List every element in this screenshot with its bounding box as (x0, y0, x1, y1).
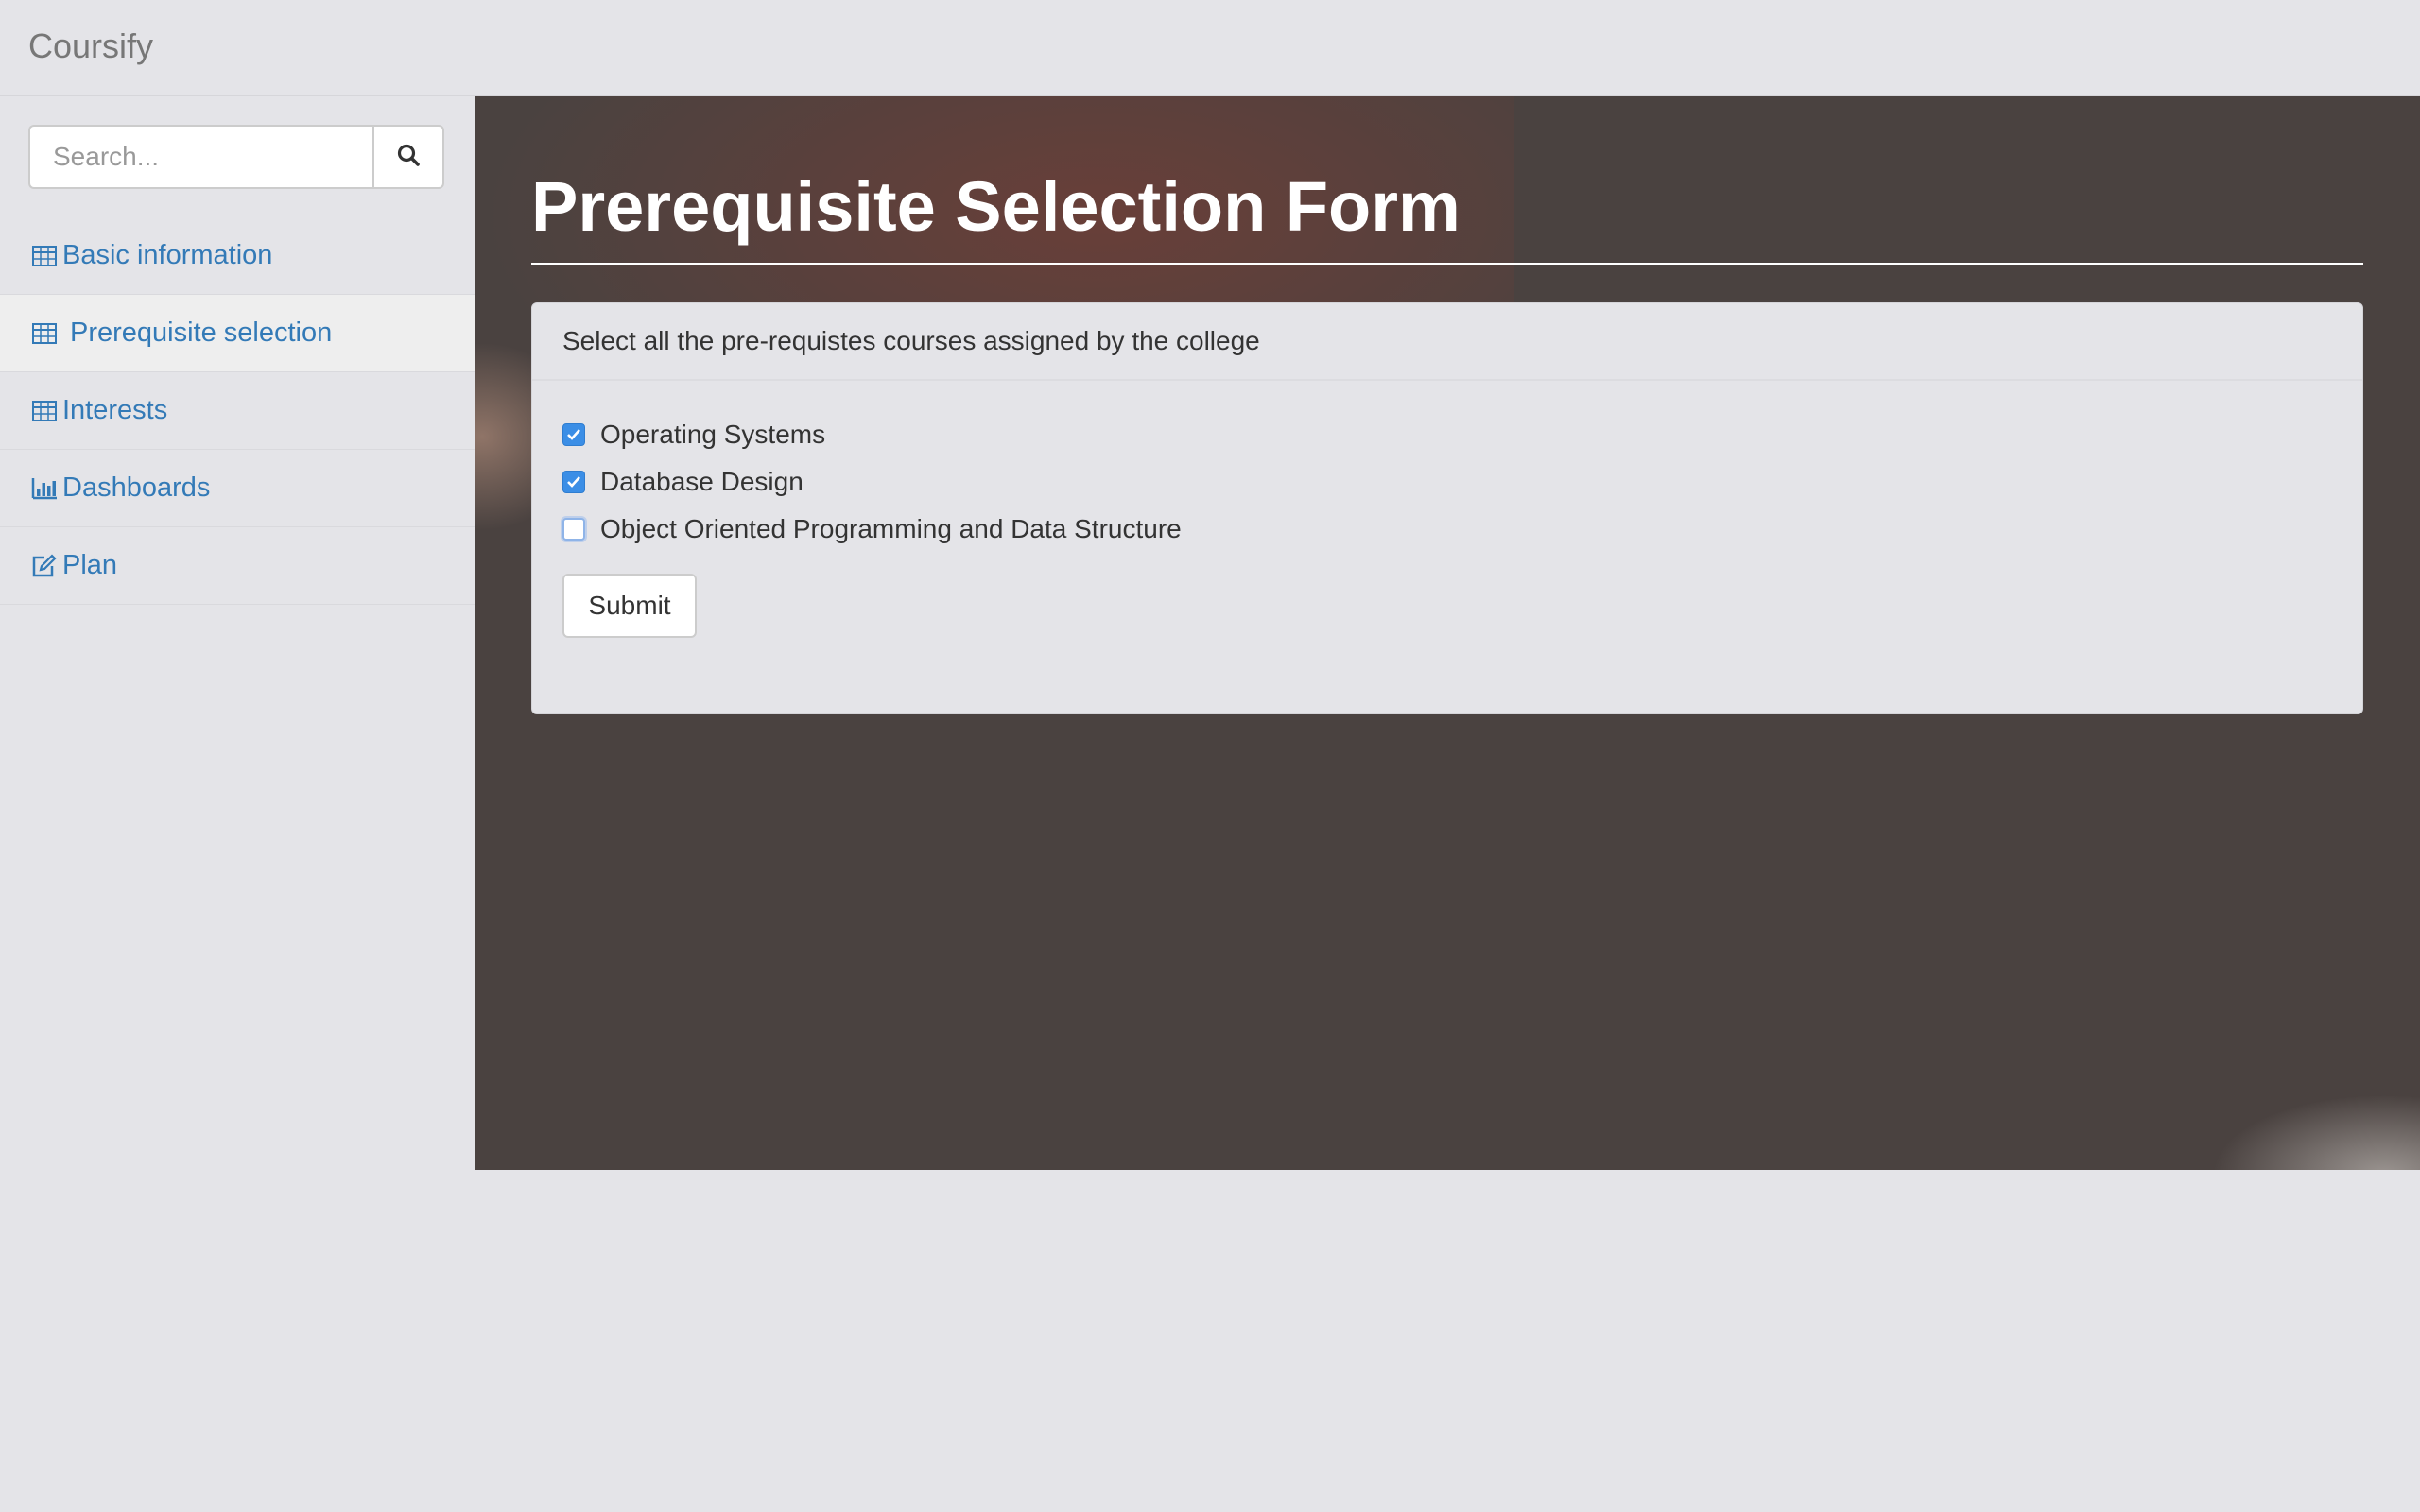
panel-body: Operating Systems Database Design Object… (532, 381, 2362, 668)
sidebar-item-label: Plan (62, 550, 118, 580)
edit-icon (30, 552, 59, 580)
checkbox-checked[interactable] (562, 423, 585, 446)
sidebar-item-basic-information[interactable]: Basic information (0, 217, 475, 295)
top-navbar: Coursify (0, 0, 2420, 96)
submit-button[interactable]: Submit (562, 574, 697, 638)
search-icon (396, 143, 421, 172)
sidebar-nav: Basic information Prerequisite selection (0, 217, 475, 605)
background-highlight (2212, 1094, 2420, 1170)
table-icon (30, 397, 59, 425)
course-option-oop-data-structure[interactable]: Object Oriented Programming and Data Str… (562, 506, 2332, 553)
table-icon (30, 242, 59, 270)
title-divider (531, 263, 2363, 265)
sidebar-item-plan[interactable]: Plan (0, 527, 475, 605)
sidebar-item-label: Dashboards (62, 472, 211, 503)
table-icon (30, 319, 59, 348)
sidebar-item-dashboards[interactable]: Dashboards (0, 450, 475, 527)
course-option-database-design[interactable]: Database Design (562, 458, 2332, 506)
course-option-label: Database Design (600, 467, 804, 496)
sidebar: Basic information Prerequisite selection (0, 96, 475, 1512)
main-content: Prerequisite Selection Form Select all t… (475, 96, 2420, 1170)
course-option-label: Operating Systems (600, 420, 826, 449)
checkbox-checked[interactable] (562, 471, 585, 493)
brand-logo[interactable]: Coursify (28, 25, 153, 68)
bar-chart-icon (30, 474, 59, 503)
course-option-label: Object Oriented Programming and Data Str… (600, 514, 1182, 543)
sidebar-item-label: Basic information (62, 240, 273, 270)
page-title: Prerequisite Selection Form (531, 167, 1461, 246)
sidebar-item-label: Interests (62, 395, 168, 425)
search-button[interactable] (372, 125, 444, 189)
course-option-operating-systems[interactable]: Operating Systems (562, 411, 2332, 458)
sidebar-item-label: Prerequisite selection (70, 318, 333, 348)
panel-heading: Select all the pre-requistes courses ass… (532, 303, 2362, 381)
search-input[interactable] (28, 125, 372, 189)
sidebar-item-interests[interactable]: Interests (0, 372, 475, 450)
search-group (28, 125, 444, 191)
sidebar-item-prerequisite-selection[interactable]: Prerequisite selection (0, 295, 475, 372)
prerequisite-form-panel: Select all the pre-requistes courses ass… (531, 302, 2363, 714)
checkbox-unchecked[interactable] (562, 518, 585, 541)
